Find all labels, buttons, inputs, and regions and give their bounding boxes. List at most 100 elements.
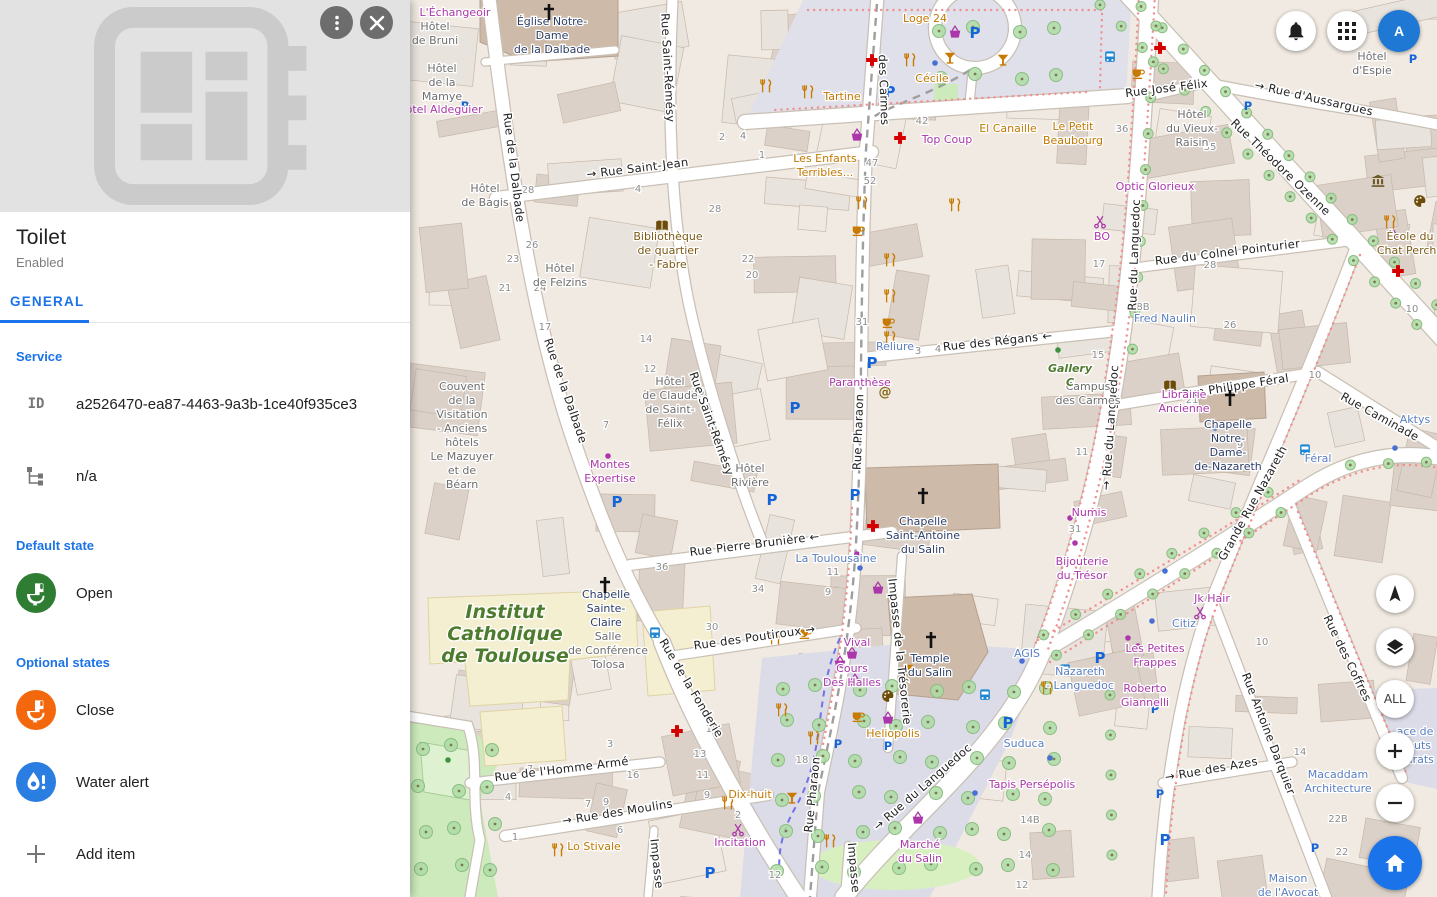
svg-text:30: 30 [706,622,719,633]
poi-dot [1072,540,1078,546]
svg-text:2: 2 [735,810,741,821]
svg-text:2: 2 [719,132,725,143]
map-svg: PPPPPPPPPPPPPPPPPPPP@2826232421174241628… [410,0,1437,897]
svg-text:42: 42 [916,116,929,127]
place-label: Templedu Salin [908,652,952,679]
parking-icon: P [884,739,892,753]
svg-text:4: 4 [635,184,641,195]
tab-general[interactable]: GENERAL [0,286,96,319]
toilet-close-icon [16,690,56,730]
plus-icon [16,834,56,874]
place-label: Nazareth- Languedoc [1046,665,1114,692]
place-label: RobertoGiannelli [1121,682,1169,709]
svg-text:12: 12 [769,870,782,881]
parking-icon: P [705,864,716,882]
svg-text:22: 22 [1336,847,1349,858]
zoom-in-button[interactable] [1376,732,1414,770]
state-close-label: Close [76,702,114,719]
compass-button[interactable] [1376,575,1414,613]
notifications-button[interactable] [1276,11,1316,51]
svg-text:3: 3 [607,739,613,750]
street-label: des Carmes [876,54,892,125]
avatar[interactable]: A [1378,10,1420,52]
parking-icon: P [834,737,842,751]
layers-button[interactable] [1376,628,1414,666]
map-canvas[interactable]: PPPPPPPPPPPPPPPPPPPP@2826232421174241628… [410,0,1437,897]
svg-text:4: 4 [740,131,746,142]
close-icon [369,15,385,31]
svg-text:22: 22 [742,254,755,265]
svg-text:1: 1 [512,832,518,843]
place-label: Citiz [1172,617,1196,630]
place-label: Optic Glorieux [1116,180,1195,193]
svg-text:18: 18 [796,755,809,766]
bus-icon [1105,51,1115,62]
place-label: Tartine [822,90,861,103]
svg-text:12: 12 [1016,880,1029,891]
svg-text:14B: 14B [1020,815,1040,826]
grid-icon [1338,22,1356,40]
svg-text:17: 17 [1093,259,1106,270]
svg-text:3: 3 [915,346,921,357]
home-button[interactable] [1368,836,1422,890]
svg-text:28: 28 [709,204,722,215]
parking-icon: P [1311,841,1319,855]
minus-icon [1386,794,1404,812]
svg-text:15: 15 [1092,350,1105,361]
apps-grid-button[interactable] [1327,11,1367,51]
id-icon: ID [16,384,56,424]
state-row-open[interactable]: Open [0,557,410,629]
svg-text:31: 31 [1069,524,1082,535]
place-label: Hôtel Aldeguier [410,103,483,116]
parking-icon: P [612,493,623,511]
home-icon [1382,850,1408,876]
close-button[interactable] [360,6,393,39]
more-options-button[interactable] [320,6,353,39]
svg-text:11: 11 [827,567,840,578]
bus-icon [650,627,660,638]
place-label: MontesExpertise [584,458,636,485]
place-label: Féral [1305,452,1332,465]
svg-text:52: 52 [864,176,877,187]
place-label: Suduca [1004,737,1045,750]
svg-text:23: 23 [507,254,520,265]
place-label: Dix-huit [728,788,772,801]
section-optional-states: Optional states [0,629,410,674]
place-label: Fred Naulin [1134,312,1196,325]
place-label: Cécile [915,72,949,85]
place-label: Les EnfantsTerribles... [793,152,857,179]
svg-text:10: 10 [1406,304,1419,315]
place-label: Vival [844,636,871,649]
zoom-out-button[interactable] [1376,784,1414,822]
place-label: Reliure [876,340,914,353]
state-row-close[interactable]: Close [0,674,410,746]
status-text: Enabled [16,255,394,270]
all-layers-button[interactable]: ALL [1376,680,1414,718]
svg-text:20: 20 [746,270,759,281]
state-open-label: Open [76,585,113,602]
svg-text:26: 26 [526,240,539,251]
place-label: Marchédu Salin [898,838,942,865]
poi-dot [1125,635,1131,641]
water-alert-icon [16,762,56,802]
kebab-menu-icon [328,14,346,32]
svg-text:9: 9 [825,587,831,598]
place-label: LibrairieAncienne [1158,388,1209,415]
state-row-water-alert[interactable]: Water alert [0,746,410,818]
place-label: École duChat Perché [1377,230,1437,257]
poi-dot [857,565,863,571]
add-item-row[interactable]: Add item [0,818,410,890]
service-group-value: n/a [76,468,97,485]
state-water-alert-label: Water alert [76,774,149,791]
toilet-open-icon [16,573,56,613]
place-label: Paranthèse [829,376,891,389]
parking-icon: P [1244,99,1252,113]
poi-dot [1162,568,1168,574]
place-label: HôtelRivière [731,462,769,489]
item-image-header [0,0,410,212]
svg-text:16: 16 [627,770,640,781]
poi-dot [1149,618,1155,624]
svg-text:14: 14 [640,334,653,345]
place-label: Heliopolis [866,727,920,740]
parking-icon: P [867,354,878,372]
